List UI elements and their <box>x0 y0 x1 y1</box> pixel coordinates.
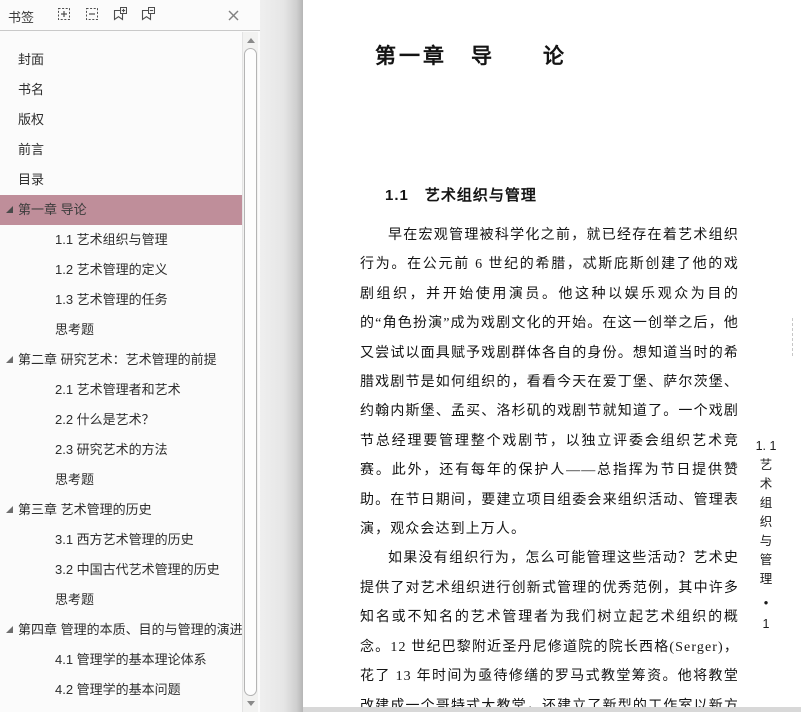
expand-all-icon[interactable] <box>56 6 73 23</box>
bookmark-item[interactable]: 前言 <box>0 135 242 165</box>
bookmarks-panel-title: 书签 <box>8 10 35 25</box>
bookmark-item-chapter[interactable]: 第一章 导论 <box>0 195 242 225</box>
bookmark-item[interactable]: 目录 <box>0 165 242 195</box>
bookmark-label: 第一章 导论 <box>18 202 87 217</box>
chapter-title: 第一章 导 论 <box>375 45 567 68</box>
bookmark-label: 1.2 艺术管理的定义 <box>55 262 168 277</box>
bookmark-item-chapter[interactable]: 第三章 艺术管理的历史 <box>0 495 242 525</box>
bookmark-item[interactable]: 思考题 <box>0 585 242 615</box>
bookmark-label: 第二章 研究艺术：艺术管理的前提 <box>18 352 217 367</box>
bookmark-label: 3.1 西方艺术管理的历史 <box>55 532 194 547</box>
bookmark-item[interactable]: 1.3 艺术管理的任务 <box>0 285 242 315</box>
bookmark-label: 书名 <box>18 82 45 97</box>
bookmark-item[interactable]: 4.1 管理学的基本理论体系 <box>0 645 242 675</box>
bookmark-label: 3.2 中国古代艺术管理的历史 <box>55 562 220 577</box>
bookmark-label: 版权 <box>18 112 45 127</box>
bookmarks-scrollbar[interactable] <box>242 32 258 712</box>
bookmark-label: 2.3 研究艺术的方法 <box>55 442 168 457</box>
bookmark-label: 封面 <box>18 52 45 67</box>
section-heading: 1.1 艺术组织与管理 <box>385 187 537 204</box>
bookmark-label: 前言 <box>18 142 45 157</box>
bookmark-item[interactable]: 思考题 <box>0 315 242 345</box>
bookmark-item[interactable]: 4.2 管理学的基本问题 <box>0 675 242 705</box>
collapse-all-icon[interactable] <box>84 6 101 23</box>
margin-char: 1 <box>762 617 770 631</box>
bookmark-label: 1.1 艺术组织与管理 <box>55 232 168 247</box>
bookmark-label: 思考题 <box>55 592 95 607</box>
margin-char: 织 <box>759 515 773 529</box>
bookmark-item[interactable]: 书名 <box>0 75 242 105</box>
paragraph: 早在宏观管理被科学化之前，就已经存在着艺术组织行为。在公元前 6 世纪的希腊，忒… <box>360 228 739 538</box>
bookmark-item[interactable]: 思考题 <box>0 465 242 495</box>
bookmark-item[interactable]: 版权 <box>0 105 242 135</box>
bookmark-label: 思考题 <box>55 472 95 487</box>
bookmarks-panel-header: 书签 <box>0 0 260 31</box>
bookmark-label: 2.2 什么是艺术？ <box>55 412 155 427</box>
add-bookmark-icon[interactable] <box>111 6 128 23</box>
margin-char: 与 <box>759 534 773 548</box>
bookmark-label: 第三章 艺术管理的历史 <box>18 502 152 517</box>
bookmark-label: 目录 <box>18 172 45 187</box>
panel-page-gap <box>260 0 303 712</box>
bookmark-item[interactable]: 1.2 艺术管理的定义 <box>0 255 242 285</box>
bookmark-label: 4.1 管理学的基本理论体系 <box>55 652 207 667</box>
bookmark-label: 2.1 艺术管理者和艺术 <box>55 382 181 397</box>
bookmark-item[interactable]: 2.3 研究艺术的方法 <box>0 435 242 465</box>
bookmark-item[interactable]: 3.1 西方艺术管理的历史 <box>0 525 242 555</box>
scroll-down-arrow-icon[interactable] <box>247 701 255 706</box>
margin-char: 理 <box>759 572 773 586</box>
bookmark-label: 思考题 <box>55 322 95 337</box>
expander-triangle-icon[interactable] <box>6 626 13 633</box>
margin-label: 1. 1 艺术组织与管理 ● 1 <box>755 440 777 631</box>
bookmark-tree: 封面书名版权前言目录第一章 导论 1.1 艺术组织与管理 1.2 艺术管理的定义 1.… <box>0 32 242 712</box>
bookmark-label: 4.2 管理学的基本问题 <box>55 682 181 697</box>
bookmarks-panel: 书签 封面书名版权前言目录第一章 导论 1.1 艺术组织与管理 1.2 艺术管理的定… <box>0 0 260 712</box>
page-edge-mark <box>792 318 793 356</box>
expander-triangle-icon[interactable] <box>6 356 13 363</box>
remove-bookmark-icon[interactable] <box>139 6 156 23</box>
bookmark-item[interactable]: 2.1 艺术管理者和艺术 <box>0 375 242 405</box>
margin-char: 组 <box>759 496 773 510</box>
margin-char: 管 <box>759 553 773 567</box>
bookmark-item[interactable]: 2.2 什么是艺术？ <box>0 405 242 435</box>
body-text: 早在宏观管理被科学化之前，就已经存在着艺术组织行为。在公元前 6 世纪的希腊，忒… <box>360 221 739 712</box>
margin-bullet: ● <box>763 598 769 607</box>
margin-char: 1. 1 <box>755 439 777 453</box>
bookmark-item[interactable]: 1.1 艺术组织与管理 <box>0 225 242 255</box>
document-horizontal-scrollbar[interactable] <box>303 707 801 712</box>
document-page[interactable]: 第一章 导 论 1.1 艺术组织与管理 早在宏观管理被科学化之前，就已经存在着艺… <box>303 0 801 712</box>
scrollbar-thumb[interactable] <box>244 48 257 696</box>
pdf-reader-window: 书签 封面书名版权前言目录第一章 导论 1.1 艺术组织与管理 1.2 艺术管理的定… <box>0 0 801 712</box>
bookmark-item-chapter[interactable]: 第二章 研究艺术：艺术管理的前提 <box>0 345 242 375</box>
bookmark-label: 1.3 艺术管理的任务 <box>55 292 168 307</box>
close-panel-icon[interactable] <box>225 7 242 24</box>
scroll-up-arrow-icon[interactable] <box>247 38 255 43</box>
bookmark-item-chapter[interactable]: 第四章 管理的本质、目的与管理的演进 <box>0 615 242 645</box>
bookmark-item[interactable]: 封面 <box>0 45 242 75</box>
margin-char: 术 <box>759 477 773 491</box>
bookmark-item[interactable]: 3.2 中国古代艺术管理的历史 <box>0 555 242 585</box>
expander-triangle-icon[interactable] <box>6 206 13 213</box>
paragraph: 如果没有组织行为，怎么可能管理这些活动？艺术史提供了对艺术组织进行创新式管理的优… <box>360 551 739 712</box>
margin-char: 艺 <box>759 458 773 472</box>
bookmark-label: 第四章 管理的本质、目的与管理的演进 <box>18 622 242 637</box>
expander-triangle-icon[interactable] <box>6 506 13 513</box>
